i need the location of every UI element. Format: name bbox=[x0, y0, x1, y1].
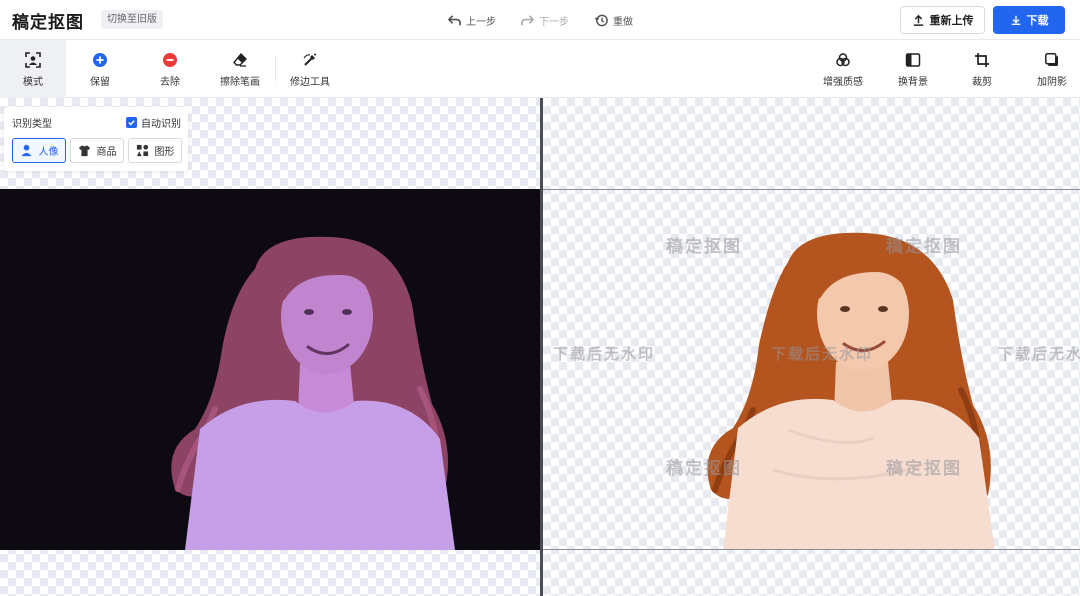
type-product-label: 商品 bbox=[96, 147, 117, 158]
auto-detect-label: 自动识别 bbox=[141, 119, 181, 130]
cutout-girl-photo bbox=[707, 232, 995, 549]
history-icon bbox=[594, 14, 608, 26]
background-icon bbox=[904, 51, 922, 69]
type-product-button[interactable]: 商品 bbox=[70, 138, 124, 163]
redo-icon bbox=[521, 14, 534, 25]
recognition-type-title: 识别类型 bbox=[12, 119, 52, 130]
cutout-frame bbox=[543, 189, 1080, 550]
checkbox-checked-icon bbox=[126, 117, 137, 128]
type-portrait-label: 人像 bbox=[38, 147, 59, 158]
tool-shadow[interactable]: 加阴影 bbox=[1024, 40, 1080, 98]
app-logo: 稿定抠图 bbox=[12, 13, 84, 33]
recognition-type-panel: 识别类型 自动识别 人像 商品 图形 bbox=[4, 107, 188, 171]
enhance-icon bbox=[834, 51, 852, 69]
toolbar-divider bbox=[275, 57, 276, 81]
masked-girl-photo bbox=[0, 189, 540, 550]
download-icon bbox=[1011, 15, 1020, 25]
watermark: 下载后无水印 bbox=[771, 345, 874, 363]
reupload-button[interactable]: 重新上传 bbox=[900, 6, 985, 34]
reset-label: 重做 bbox=[613, 16, 633, 28]
crop-icon bbox=[973, 51, 991, 69]
redo-button[interactable]: 下一步 bbox=[520, 12, 569, 28]
watermark: 下载后无水印 bbox=[553, 345, 656, 363]
watermark: 稿定抠图 bbox=[886, 459, 962, 479]
auto-detect-checkbox[interactable]: 自动识别 bbox=[126, 115, 181, 130]
tool-edge-label: 修边工具 bbox=[290, 76, 330, 88]
tool-crop-label: 裁剪 bbox=[972, 76, 992, 88]
minus-circle-icon bbox=[161, 51, 179, 69]
tool-mode-label: 模式 bbox=[23, 76, 43, 88]
masked-image[interactable] bbox=[0, 189, 540, 550]
undo-icon bbox=[448, 14, 461, 25]
tool-enhance-label: 增强质感 bbox=[823, 76, 863, 88]
mode-icon bbox=[24, 51, 42, 69]
result-preview: 稿定抠图 稿定抠图 下载后无水印 下载后无水印 下载后无水印 稿定抠图 稿定抠图 bbox=[543, 98, 1080, 596]
upload-icon bbox=[913, 14, 923, 26]
undo-label: 上一步 bbox=[466, 16, 496, 28]
top-bar: 稿定抠图 切换至旧版 上一步 下一步 重做 重新上传 下载 bbox=[0, 0, 1080, 40]
type-portrait-button[interactable]: 人像 bbox=[12, 138, 66, 163]
undo-button[interactable]: 上一步 bbox=[447, 12, 496, 28]
type-graphic-label: 图形 bbox=[154, 147, 175, 158]
tool-mode[interactable]: 模式 bbox=[0, 40, 66, 98]
switch-old-version-button[interactable]: 切换至旧版 bbox=[101, 10, 163, 29]
download-label: 下载 bbox=[1026, 14, 1049, 27]
tool-background-label: 换背景 bbox=[898, 76, 928, 88]
reupload-label: 重新上传 bbox=[929, 14, 974, 27]
redo-label: 下一步 bbox=[539, 16, 569, 28]
tool-shadow-label: 加阴影 bbox=[1037, 76, 1067, 88]
tool-keep[interactable]: 保留 bbox=[72, 40, 128, 98]
tool-remove[interactable]: 去除 bbox=[142, 40, 198, 98]
shirt-icon bbox=[78, 145, 90, 157]
watermark: 稿定抠图 bbox=[666, 237, 742, 257]
tool-crop[interactable]: 裁剪 bbox=[954, 40, 1010, 98]
plus-circle-icon bbox=[91, 51, 109, 69]
download-button[interactable]: 下载 bbox=[993, 6, 1065, 34]
watermark: 稿定抠图 bbox=[666, 459, 742, 479]
tool-edge-brush[interactable]: 修边工具 bbox=[283, 40, 337, 98]
type-graphic-button[interactable]: 图形 bbox=[128, 138, 182, 163]
reset-button[interactable]: 重做 bbox=[594, 12, 633, 28]
eraser-icon bbox=[231, 51, 249, 69]
edge-brush-icon bbox=[301, 51, 319, 69]
tool-change-background[interactable]: 换背景 bbox=[885, 40, 941, 98]
tool-keep-label: 保留 bbox=[90, 76, 110, 88]
person-icon bbox=[20, 144, 32, 157]
edit-canvas[interactable] bbox=[0, 98, 540, 596]
watermark: 下载后无水印 bbox=[998, 345, 1080, 363]
watermark: 稿定抠图 bbox=[886, 237, 962, 257]
tool-enhance[interactable]: 增强质感 bbox=[815, 40, 871, 98]
tool-bar: 模式 保留 去除 擦除笔画 修边工具 增强质感 换背景 裁剪 加阴影 bbox=[0, 40, 1080, 98]
shadow-icon bbox=[1043, 51, 1061, 69]
tool-erase-label: 擦除笔画 bbox=[220, 76, 260, 88]
tool-erase-strokes[interactable]: 擦除笔画 bbox=[212, 40, 268, 98]
tool-remove-label: 去除 bbox=[160, 76, 180, 88]
shapes-icon bbox=[136, 144, 148, 157]
